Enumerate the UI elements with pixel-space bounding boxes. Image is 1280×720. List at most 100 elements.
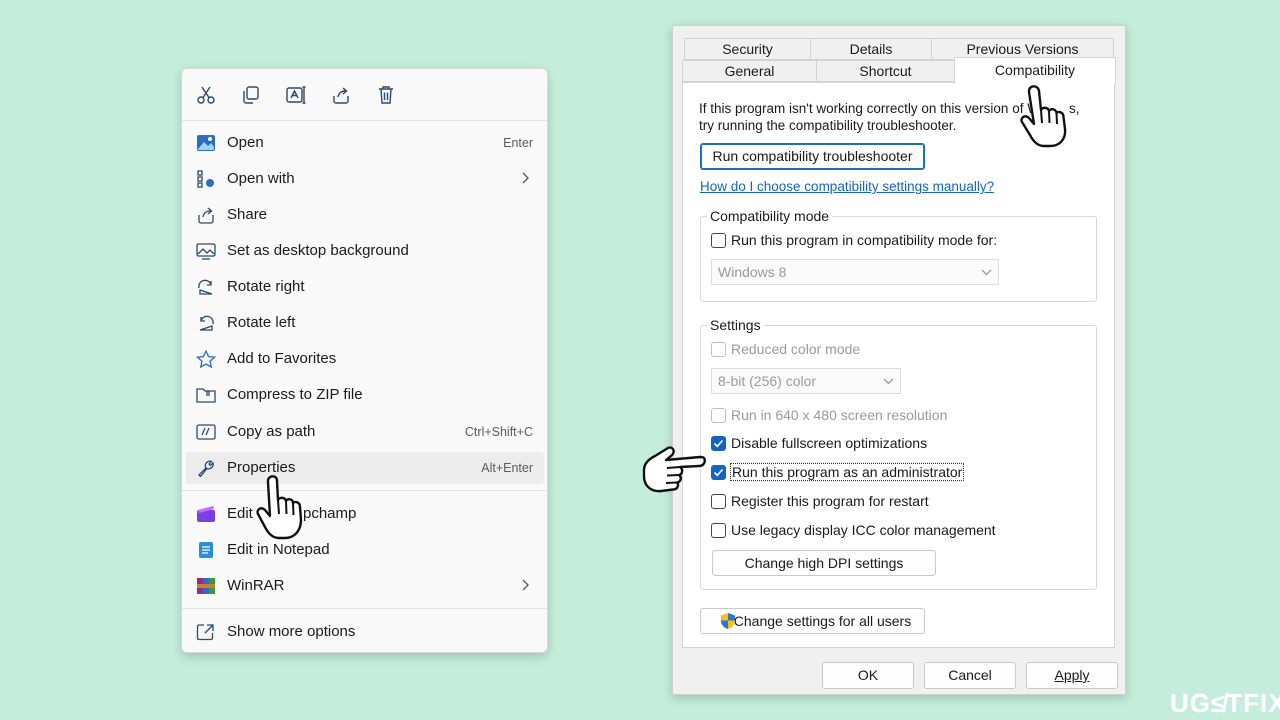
watermark-logo: UG≰TFIX (1170, 688, 1280, 718)
fullscreen-optimizations-label: Disable fullscreen optimizations (731, 435, 928, 451)
menu-item-winrar[interactable]: WinRAR (186, 570, 544, 602)
chevron-right-icon (522, 579, 529, 591)
menu-item-label: Set as desktop background (227, 242, 409, 259)
run-as-admin-label: Run this program as an administrator (730, 463, 965, 481)
hand-pointer-icon (1020, 85, 1067, 148)
star-icon (195, 349, 217, 369)
menu-item-rotate-left[interactable]: Rotate left (186, 307, 544, 339)
shield-icon (721, 613, 735, 629)
copy-button[interactable] (238, 82, 264, 108)
share-button[interactable] (328, 82, 354, 108)
run-troubleshooter-button[interactable]: Run compatibility troubleshooter (700, 143, 925, 170)
compatibility-mode-checkbox[interactable] (711, 233, 726, 248)
intro-text-line2: try running the compatibility troublesho… (699, 118, 957, 133)
tab-details[interactable]: Details (810, 38, 932, 60)
winrar-icon (196, 577, 216, 595)
show-more-icon (196, 623, 216, 641)
compatibility-help-link[interactable]: How do I choose compatibility settings m… (700, 179, 994, 194)
separator (182, 490, 547, 491)
menu-item-rotate-right[interactable]: Rotate right (186, 271, 544, 303)
os-select[interactable]: Windows 8 (711, 259, 999, 285)
menu-item-edit-in-notepad[interactable]: Edit in Notepad (186, 534, 544, 566)
resolution-640-label: Run in 640 x 480 screen resolution (731, 407, 948, 423)
tab-shortcut[interactable]: Shortcut (816, 60, 955, 82)
share-icon (196, 206, 216, 224)
menu-item-copy-as-path[interactable]: Copy as path Ctrl+Shift+C (186, 416, 544, 448)
menu-item-show-more-options[interactable]: Show more options (186, 616, 544, 648)
menu-item-open-with[interactable]: Open with (186, 163, 544, 195)
menu-item-label: Share (227, 206, 268, 223)
color-depth-select[interactable]: 8-bit (256) color (711, 368, 901, 394)
compatibility-panel: If this program isn't working correctly … (682, 82, 1115, 648)
legacy-icc-label: Use legacy display ICC color management (731, 522, 996, 538)
clipchamp-icon (196, 505, 216, 523)
compatibility-mode-label: Run this program in compatibility mode f… (731, 232, 998, 248)
checkmark-icon (713, 468, 724, 477)
copy-path-icon (196, 423, 216, 441)
checkmark-icon (713, 439, 724, 448)
settings-title: Settings (707, 317, 764, 333)
register-restart-label: Register this program for restart (731, 493, 929, 509)
resolution-640-checkbox[interactable] (711, 408, 726, 423)
delete-button[interactable] (373, 82, 399, 108)
zip-folder-icon (196, 386, 216, 404)
share-icon (333, 87, 349, 104)
tab-security[interactable]: Security (684, 38, 811, 60)
menu-item-label: Compress to ZIP file (227, 386, 363, 403)
fullscreen-optimizations-checkbox[interactable] (711, 436, 726, 451)
tab-compatibility[interactable]: Compatibility (954, 57, 1116, 84)
compatibility-mode-title: Compatibility mode (707, 208, 833, 224)
copy-icon (243, 86, 259, 104)
reduced-color-checkbox[interactable] (711, 342, 726, 357)
menu-item-label: Rotate left (227, 314, 296, 331)
menu-item-label: Copy as path (227, 423, 316, 440)
menu-item-shortcut: Ctrl+Shift+C (464, 425, 533, 439)
ok-button[interactable]: OK (822, 662, 914, 689)
menu-item-compress-zip[interactable]: Compress to ZIP file (186, 379, 544, 411)
run-as-admin-checkbox[interactable] (711, 465, 726, 480)
rotate-left-icon (196, 314, 216, 332)
menu-item-label: Rotate right (227, 278, 305, 295)
rename-button[interactable] (283, 82, 309, 108)
cancel-button[interactable]: Cancel (924, 662, 1016, 689)
menu-item-set-desktop-background[interactable]: Set as desktop background (186, 235, 544, 267)
cut-button[interactable] (193, 82, 219, 108)
menu-item-share[interactable]: Share (186, 199, 544, 231)
menu-item-add-to-favorites[interactable]: Add to Favorites (186, 343, 544, 375)
cut-icon (197, 86, 215, 104)
rename-icon (286, 86, 306, 104)
desktop-background-icon (196, 242, 216, 260)
register-restart-checkbox[interactable] (711, 494, 726, 509)
menu-item-label: Open with (227, 170, 295, 187)
menu-item-label: WinRAR (227, 577, 285, 594)
chevron-right-icon (522, 172, 529, 184)
reduced-color-label: Reduced color mode (731, 341, 861, 357)
rotate-right-icon (196, 278, 216, 296)
change-dpi-button[interactable]: Change high DPI settings (712, 550, 936, 576)
menu-item-label: Edit in Notepad (227, 541, 330, 558)
menu-item-label: Show more options (227, 623, 356, 640)
separator (182, 120, 547, 121)
apply-button[interactable]: Apply (1026, 662, 1118, 689)
hand-pointer-icon (256, 475, 303, 540)
change-settings-all-users-button[interactable]: Change settings for all users (700, 608, 925, 634)
separator (182, 608, 547, 609)
menu-item-shortcut: Alt+Enter (481, 461, 533, 475)
tab-general[interactable]: General (682, 60, 817, 82)
notepad-icon (196, 541, 216, 559)
context-menu-toolbar (182, 69, 547, 121)
menu-item-properties[interactable]: Properties Alt+Enter (186, 452, 544, 484)
os-select-value: Windows 8 (718, 264, 787, 280)
wrench-icon (196, 459, 216, 478)
open-with-icon (196, 170, 216, 188)
menu-item-label: Add to Favorites (227, 350, 337, 367)
context-menu: Open Enter Open with Share Set as deskto… (181, 68, 548, 653)
legacy-icc-checkbox[interactable] (711, 523, 726, 538)
hand-pointer-icon (642, 446, 706, 493)
chevron-down-icon (981, 269, 992, 276)
change-settings-all-users-label: Change settings for all users (733, 613, 912, 629)
chevron-down-icon (883, 378, 894, 385)
menu-item-edit-with-clipchamp[interactable]: Edit pchamp (186, 498, 544, 530)
menu-item-open[interactable]: Open Enter (186, 127, 544, 159)
color-depth-value: 8-bit (256) color (718, 373, 817, 389)
